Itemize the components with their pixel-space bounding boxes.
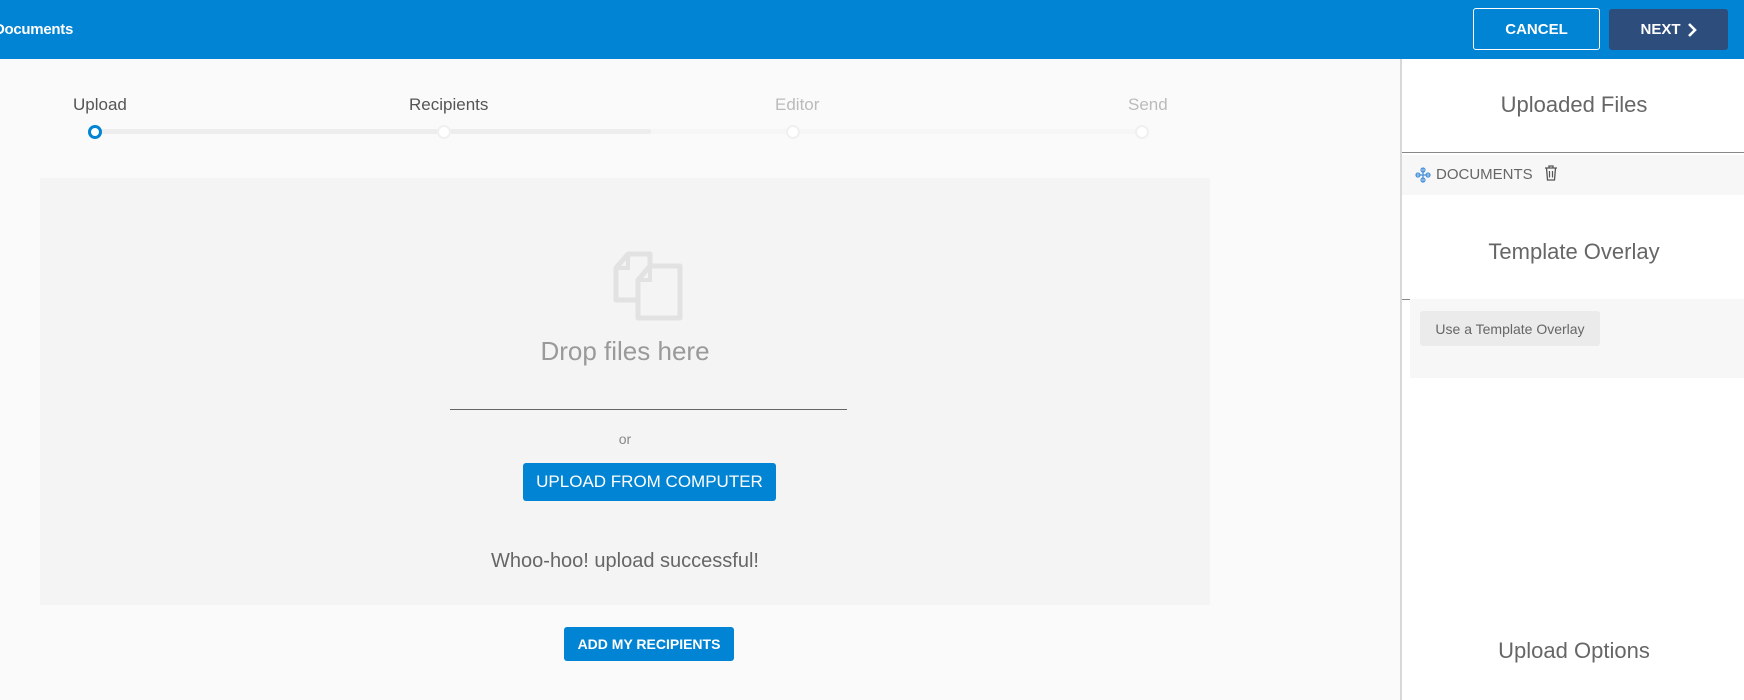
step-upload-label: Upload <box>73 95 127 114</box>
progress-stepper: Upload Recipients Editor Send <box>0 59 1400 159</box>
or-text: or <box>618 431 632 447</box>
upload-options-title: Upload Options <box>1498 638 1650 663</box>
template-overlay-section: Use a Template Overlay <box>1410 299 1744 378</box>
upload-from-computer-button[interactable]: UPLOAD FROM COMPUTER <box>523 463 776 501</box>
page-title: Documents <box>0 21 73 38</box>
step-recipients-label: Recipients <box>409 95 489 114</box>
right-panel: Uploaded Files DOCUMENTS Template Overla… <box>1400 59 1744 700</box>
step-recipients-dot[interactable] <box>437 125 451 139</box>
drop-divider <box>450 409 847 410</box>
step-send-label: Send <box>1128 95 1168 114</box>
cancel-button[interactable]: CANCEL <box>1473 8 1600 50</box>
documents-label: DOCUMENTS <box>1436 166 1533 183</box>
step-editor-label: Editor <box>775 95 820 114</box>
uploaded-files-title: Uploaded Files <box>1500 92 1648 117</box>
step-editor-dot <box>786 125 800 139</box>
next-button-label: NEXT <box>1640 21 1681 38</box>
move-icon[interactable] <box>1415 167 1431 183</box>
next-button[interactable]: NEXT <box>1609 9 1728 50</box>
step-send-dot <box>1135 125 1149 139</box>
template-overlay-title: Template Overlay <box>1488 239 1660 264</box>
step-upload-dot[interactable] <box>88 125 102 139</box>
documents-icon <box>613 251 683 321</box>
stepper-track-pending <box>651 129 1147 134</box>
upload-status-text: Whoo-hoo! upload successful! <box>491 550 759 572</box>
trash-icon[interactable] <box>1544 165 1558 181</box>
chevron-right-icon <box>1687 22 1697 37</box>
file-drop-zone[interactable]: Drop files here or UPLOAD FROM COMPUTER … <box>40 178 1210 605</box>
add-my-recipients-button[interactable]: ADD MY RECIPIENTS <box>564 627 734 661</box>
stepper-track <box>95 129 651 134</box>
documents-row[interactable]: DOCUMENTS <box>1402 155 1744 195</box>
top-bar: Documents CANCEL NEXT <box>0 0 1744 59</box>
use-template-overlay-button[interactable]: Use a Template Overlay <box>1420 311 1600 346</box>
drop-files-text: Drop files here <box>540 336 710 366</box>
section-divider <box>1402 152 1744 153</box>
app-root: Documents CANCEL NEXT Upload Recipients … <box>0 0 1744 700</box>
